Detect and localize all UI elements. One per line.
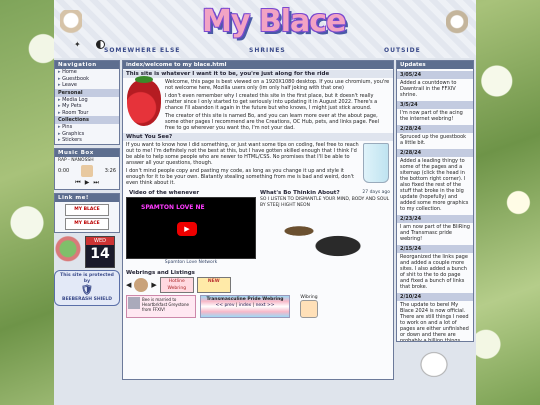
protected-badge[interactable]: This site is protected by 🛡 BEEBERASH SH… [54, 269, 120, 306]
music-box: Music Box RAP - NANOSSH 0:00 3:26 ⏮ ▶ ⏭ [54, 147, 120, 190]
left-sidebar: Navigation Home Guestbook Leave Personal… [54, 60, 120, 306]
navigation-box: Navigation Home Guestbook Leave Personal… [54, 60, 120, 145]
video-overlay-text: SPAMTON LOVE NE [141, 204, 205, 211]
personal-heading: Personal [55, 88, 119, 97]
video-caption[interactable]: Spamton Love Network [126, 259, 256, 266]
trans-webring: Transmasculine Pride Webring << prev | i… [200, 295, 290, 318]
trans-next-link[interactable]: next >> [256, 303, 275, 308]
updates-panel: Updates 3/05/24 Added a countdown to Dawn… [396, 60, 474, 342]
updates-list: 3/05/24 Added a countdown to Dawntrail in… [397, 71, 473, 342]
page-frame: ✦ My Blace SOMEWHERE ELSE SHRINES OUTSID… [54, 0, 476, 405]
intro-text-3: The creator of this site is named Bo, an… [165, 113, 379, 131]
thinking-text: SO I LISTEN TO DISMANTLE YOUR MIND, BODY… [260, 197, 390, 208]
update-date: 2/10/24 [397, 293, 473, 301]
music-avatar [81, 164, 93, 177]
update-text: Reorganized the links page and added a c… [400, 254, 468, 290]
protected-by-shield-text: BEEBERASH SHIELD [62, 296, 112, 302]
trans-prev-link[interactable]: << prev [215, 303, 234, 308]
new-badge-button[interactable]: NEW [196, 277, 231, 293]
update-text: I am now part of the BliRing and Transma… [400, 224, 470, 242]
update-text: The update to berel My Blace 2024 is now… [400, 302, 469, 342]
marriage-notice[interactable]: Bee is married to Heartbrkfast Greystone… [126, 295, 196, 318]
cat-sprite-right [446, 10, 468, 36]
video-section: Video of the whenever SPAMTON LOVE NE ▶ … [126, 189, 256, 266]
strawberry-image [127, 76, 161, 126]
update-date: 3/05/24 [397, 71, 473, 79]
intro-text-2: I don't even remember why I created this… [165, 93, 378, 111]
intro-panel: index/welcome to my blace.html This site… [122, 60, 394, 380]
nav-shrines[interactable]: SHRINES [249, 47, 286, 54]
music-heading: Music Box [55, 148, 119, 157]
site-header: ✦ My Blace SOMEWHERE ELSE SHRINES OUTSID… [54, 0, 476, 58]
thinking-title: What's Bo Thinkin About? [260, 190, 340, 196]
webring-row: ◀ ▶ Hotline Webring NEW [123, 277, 393, 293]
hotline-webring-button[interactable]: Hotline Webring [159, 277, 194, 293]
pet-sprite-corner[interactable] [416, 348, 452, 378]
next-track-icon[interactable]: ⏭ [93, 179, 98, 187]
marriage-text: Bee is married to Heartbrkfast Greystone… [142, 297, 189, 312]
site-logo[interactable]: My Blace [202, 4, 346, 39]
trans-index-link[interactable]: index [239, 303, 251, 308]
protected-by-text: This site is protected by [60, 272, 114, 284]
webring-avatar [134, 278, 149, 292]
update-date: 2/28/24 [397, 125, 473, 133]
update-date: 3/5/24 [397, 101, 473, 109]
pet-sprite [54, 235, 82, 268]
music-time-total: 3:26 [104, 167, 116, 174]
marriage-avatar [128, 297, 140, 309]
prev-track-icon[interactable]: ⏮ [75, 179, 80, 187]
video-title: Video of the whenever [129, 190, 200, 196]
update-text: Added a leading thingy to some of the pa… [400, 158, 469, 212]
calendar-widget: WED 14 [85, 235, 115, 268]
collections-heading: Collections [55, 116, 119, 124]
webrings-title: Webrings and Listings [126, 270, 195, 276]
navigation-heading: Navigation [55, 61, 119, 69]
webring-row-2: Bee is married to Heartbrkfast Greystone… [123, 293, 393, 320]
character-image [260, 211, 390, 261]
cup-image [363, 143, 389, 183]
wibring-widget[interactable]: Wibring [294, 295, 324, 318]
link-button-2[interactable]: MY BLACE [65, 217, 109, 230]
shield-icon: 🛡 [80, 284, 94, 296]
wibring-image [300, 300, 318, 318]
path-header: index/welcome to my blace.html [123, 61, 393, 69]
update-text: Spruced up the guestbook a little bit. [400, 134, 467, 146]
wibring-label: Wibring [300, 295, 318, 300]
video-think-row: Video of the whenever SPAMTON LOVE NE ▶ … [123, 187, 393, 268]
thinking-section: What's Bo Thinkin About? 27 days ago SO … [260, 189, 390, 266]
nav-link-stickers[interactable]: Stickers [55, 137, 119, 144]
see-text-2: I don't mind people copy and pasting my … [126, 168, 354, 186]
link-me-box: Link me! MY BLACE MY BLACE [54, 192, 120, 233]
pet-calendar-row: WED 14 [54, 235, 120, 268]
see-title: Whut You See? [123, 133, 393, 141]
nav-somewhere-else[interactable]: SOMEWHERE ELSE [104, 47, 180, 54]
music-time-current: 0:00 [58, 167, 70, 174]
update-text: I'm now part of the acing the internet w… [400, 110, 463, 122]
star-icon: ✦ [74, 40, 81, 49]
intro-text-1: Welcome, this page is best viewed on a 1… [165, 79, 390, 91]
link-button-1[interactable]: MY BLACE [65, 203, 109, 216]
nav-outside[interactable]: OUTSIDE [384, 47, 421, 54]
see-text: If you want to know how I did something,… [126, 142, 359, 166]
updates-sidebar: Updates 3/05/24 Added a countdown to Dawn… [396, 60, 474, 378]
main-content: index/welcome to my blace.html This site… [122, 60, 394, 380]
play-icon[interactable]: ▶ [85, 179, 90, 187]
arrow-right-icon[interactable]: ▶ [151, 281, 156, 289]
update-date: 2/15/24 [397, 245, 473, 253]
calendar-weekday: WED [86, 236, 114, 245]
video-player[interactable]: SPAMTON LOVE NE ▶ [126, 197, 256, 259]
intro-title: This site is whatever I want it to be, y… [123, 70, 393, 78]
cat-sprite-left [60, 10, 82, 36]
link-me-heading: Link me! [55, 193, 119, 202]
update-date: 2/23/24 [397, 215, 473, 223]
music-track: RAP - NANOSSH [58, 157, 94, 163]
calendar-day: 14 [90, 245, 110, 262]
updates-heading: Updates [397, 61, 473, 69]
thinking-date: 27 days ago [362, 190, 390, 195]
update-date: 2/28/24 [397, 149, 473, 157]
arrow-left-icon[interactable]: ◀ [126, 281, 131, 289]
update-text: Added a countdown to Dawntrail in the FF… [400, 80, 457, 98]
play-button-icon[interactable]: ▶ [177, 222, 197, 236]
